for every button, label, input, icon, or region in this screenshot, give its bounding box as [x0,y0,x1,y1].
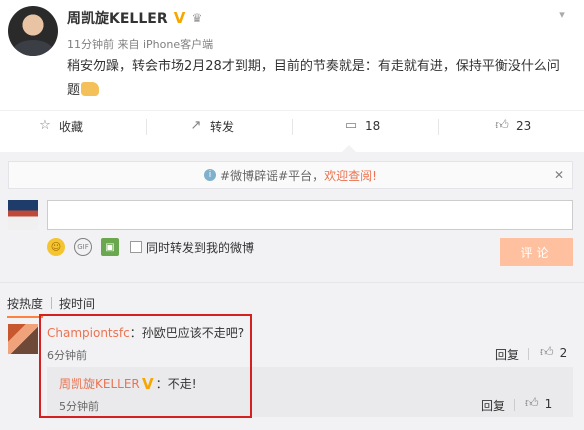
forward-icon: ↗ [190,118,202,133]
forward-button[interactable]: ↗ 转发 [189,111,234,141]
rumor-notice-banner: i #微博辟谣#平台， 欢迎查阅! ✕ [8,161,573,189]
sub-reply-reply-button[interactable]: 回复 [481,397,505,414]
favorite-label: 收藏 [59,119,84,134]
commenter-avatar[interactable] [8,324,38,354]
close-icon[interactable]: ✕ [554,168,564,182]
like-count: 23 [516,119,532,133]
sub-reply-action-divider [514,399,515,411]
weibo-post: 周凯旋KELLER V ♛ ▾ 11分钟前 来自 iPhone客户端 稍安勿躁，… [0,0,584,155]
post-source: 来自 iPhone客户端 [117,38,214,51]
composer-toolbar: ☺ GIF ▣ 同时转发到我的微博 [47,236,254,258]
notice-text: #微博辟谣#平台， [220,168,325,183]
thumbs-up-emoji-icon [81,82,100,96]
sub-reply-like-count: 1 [544,396,553,411]
star-icon: ☆ [39,118,51,133]
comment-action-divider [528,348,529,360]
sort-by-hot-tab[interactable]: 按热度 [0,295,51,312]
image-icon[interactable]: ▣ [101,238,119,256]
thumbs-up-icon: 👍︎ [540,345,554,360]
red-highlight-box [39,314,252,418]
post-text: 稍安勿躁，转会市场2月28才到期，目前的节奏就是：有走就有进，保持平衡没什么问题 [67,55,572,103]
sub-reply-like-button[interactable]: 👍︎ 1 [525,396,552,411]
comment-reply-button[interactable]: 回复 [495,346,519,363]
comment-input[interactable] [47,200,573,230]
verified-badge-icon[interactable]: V [172,9,188,27]
info-icon: i [204,169,217,181]
post-body: 稍安勿躁，转会市场2月28才到期，目前的节奏就是：有走就有进，保持平衡没什么问题 [67,59,560,98]
comment-count: 18 [365,119,381,133]
author-avatar[interactable] [8,6,58,56]
submit-comment-button[interactable]: 评论 [500,238,573,266]
comment-like-button[interactable]: 👍︎ 2 [540,345,567,360]
also-forward-label[interactable]: 同时转发到我的微博 [146,239,254,256]
also-forward-checkbox[interactable] [130,241,142,253]
section-divider [0,282,584,283]
gif-icon[interactable]: GIF [74,238,92,256]
emoji-icon[interactable]: ☺ [47,238,65,256]
post-actions-bar: ☆ 收藏 ↗ 转发 ▭ 18 👍︎ 23 [0,110,584,142]
crown-icon[interactable]: ♛ [192,11,208,25]
comment-button[interactable]: ▭ 18 [344,111,380,141]
comment-pointer-arrow [342,145,356,152]
notice-link[interactable]: 欢迎查阅! [324,167,377,184]
post-time[interactable]: 11分钟前 [67,38,114,51]
action-divider [438,119,439,135]
current-user-avatar [8,200,38,230]
post-meta: 11分钟前 来自 iPhone客户端 [67,36,213,52]
comment-like-count: 2 [559,345,568,360]
favorite-button[interactable]: ☆ 收藏 [38,111,83,141]
action-divider [146,119,147,135]
action-divider [292,119,293,135]
author-name-row: 周凯旋KELLER V ♛ [67,8,208,28]
comment-icon: ▭ [344,118,358,133]
comment-sort-tabs: 按热度 按时间 [0,290,103,316]
thumbs-up-icon: 👍︎ [495,118,509,133]
sort-by-time-tab[interactable]: 按时间 [52,295,103,312]
thumbs-up-icon: 👍︎ [525,396,539,411]
author-username[interactable]: 周凯旋KELLER [67,8,168,28]
like-button[interactable]: 👍︎ 23 [495,111,531,141]
forward-label: 转发 [210,119,235,134]
chevron-down-icon[interactable]: ▾ [554,8,570,22]
